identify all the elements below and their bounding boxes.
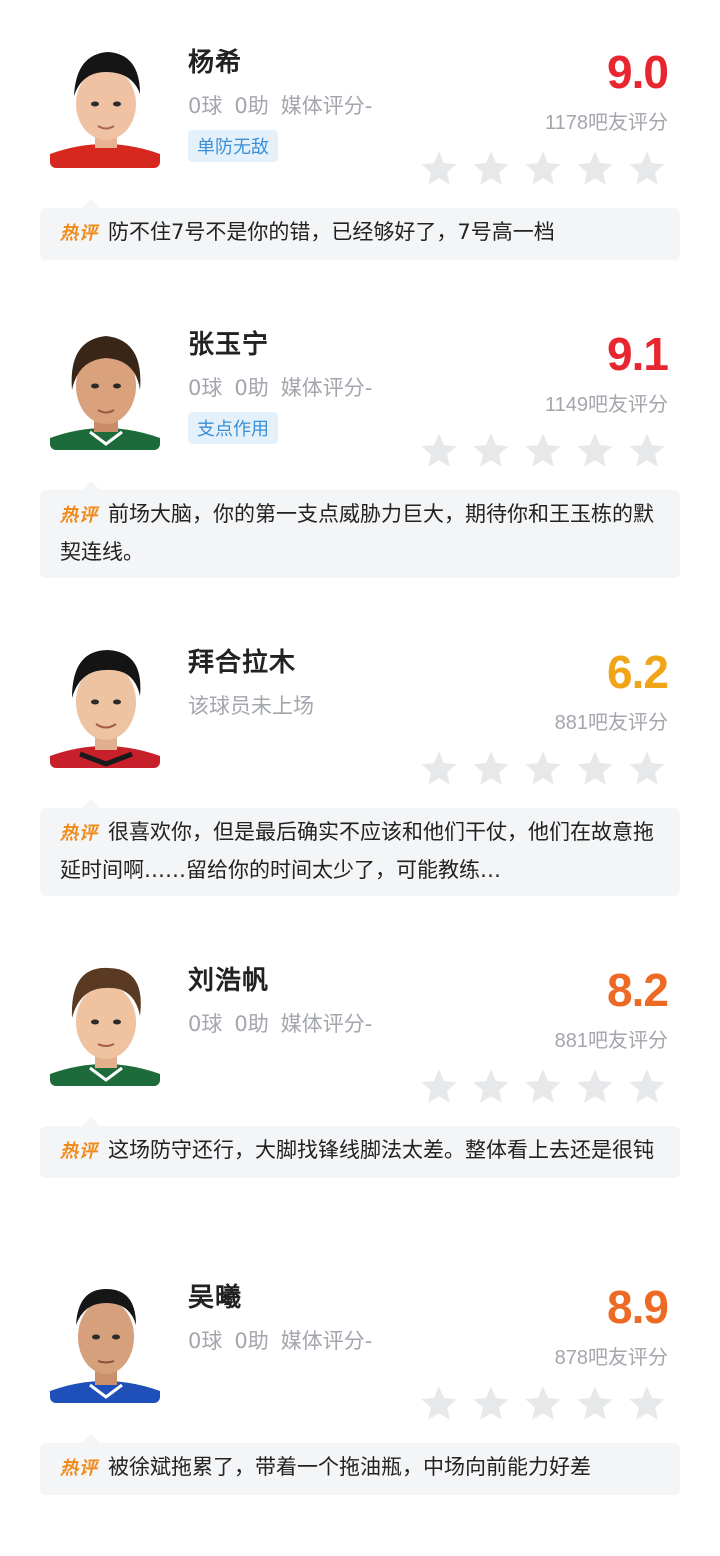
goals-count: 0球: [188, 376, 223, 400]
hot-comment[interactable]: 热评 被徐斌拖累了，带着一个拖油瓶，中场向前能力好差: [40, 1434, 680, 1495]
hot-comment-badge: 热评: [60, 223, 98, 244]
star-icon[interactable]: [626, 148, 668, 190]
player-avatar[interactable]: [50, 320, 160, 450]
player-name: 张玉宁: [188, 330, 270, 360]
vote-count: 881吧友评分: [554, 1030, 668, 1052]
star-rating[interactable]: [418, 430, 668, 474]
player-stats: 0球 0助 媒体评分-: [188, 372, 384, 402]
player-score: 9.1: [607, 328, 669, 380]
player-stats: 0球 0助 媒体评分-: [188, 1325, 384, 1355]
comment-text: 被徐斌拖累了，带着一个拖油瓶，中场向前能力好差: [108, 1455, 591, 1479]
star-icon[interactable]: [470, 1383, 512, 1425]
player-ratings-list: 杨希 0球 0助 媒体评分- 单防无敌 9.0 1178吧友评分 热评 防不住7号不是…: [0, 0, 720, 1556]
star-rating[interactable]: [418, 1066, 668, 1110]
star-icon[interactable]: [574, 1383, 616, 1425]
player-name: 吴曦: [188, 1283, 243, 1313]
vote-count: 878吧友评分: [554, 1347, 668, 1369]
star-rating[interactable]: [418, 748, 668, 792]
comment-text: 前场大脑，你的第一支点威胁力巨大，期待你和王玉栋的默契连线。: [60, 502, 654, 564]
star-icon[interactable]: [418, 748, 460, 790]
star-icon[interactable]: [574, 748, 616, 790]
star-icon[interactable]: [470, 148, 512, 190]
media-rating: 媒体评分-: [280, 94, 373, 118]
player-portrait-icon: [50, 320, 160, 450]
player-status: 该球员未上场: [188, 694, 314, 718]
star-icon[interactable]: [470, 748, 512, 790]
star-icon[interactable]: [522, 430, 564, 472]
assists-count: 0助: [234, 1012, 269, 1036]
hot-comment-badge: 热评: [60, 1141, 98, 1162]
media-rating: 媒体评分-: [280, 376, 373, 400]
media-rating: 媒体评分-: [280, 1329, 373, 1353]
hot-comment[interactable]: 热评 很喜欢你，但是最后确实不应该和他们干仗，他们在故意拖延时间啊……留给你的时间…: [40, 799, 680, 896]
comment-text: 很喜欢你，但是最后确实不应该和他们干仗，他们在故意拖延时间啊……留给你的时间太少…: [60, 820, 654, 882]
hot-comment[interactable]: 热评 前场大脑，你的第一支点威胁力巨大，期待你和王玉栋的默契连线。: [40, 481, 680, 578]
player-score: 8.2: [607, 964, 669, 1016]
player-score: 9.0: [607, 46, 669, 98]
star-icon[interactable]: [522, 1383, 564, 1425]
player-portrait-icon: [50, 638, 160, 768]
assists-count: 0助: [234, 1329, 269, 1353]
star-icon[interactable]: [626, 430, 668, 472]
player-name: 刘浩帆: [188, 966, 270, 996]
star-icon[interactable]: [418, 430, 460, 472]
media-rating: 媒体评分-: [280, 1012, 373, 1036]
star-icon[interactable]: [626, 1383, 668, 1425]
player-name: 拜合拉木: [188, 648, 297, 678]
star-icon[interactable]: [470, 1066, 512, 1108]
hot-comment-badge: 热评: [60, 1458, 98, 1479]
player-stats: 0球 0助 媒体评分-: [188, 90, 384, 120]
goals-count: 0球: [188, 1329, 223, 1353]
player-name: 杨希: [188, 48, 243, 78]
player-avatar[interactable]: [50, 638, 160, 768]
star-icon[interactable]: [574, 430, 616, 472]
assists-count: 0助: [234, 94, 269, 118]
star-icon[interactable]: [574, 1066, 616, 1108]
vote-count: 1178吧友评分: [544, 112, 668, 134]
hot-comment[interactable]: 热评 这场防守还行，大脚找锋线脚法太差。整体看上去还是很钝: [40, 1117, 680, 1178]
player-portrait-icon: [50, 38, 160, 168]
hot-comment[interactable]: 热评 防不住7号不是你的错，已经够好了，7号高一档: [40, 199, 680, 260]
player-avatar[interactable]: [50, 956, 160, 1086]
assists-count: 0助: [234, 376, 269, 400]
star-icon[interactable]: [418, 1383, 460, 1425]
goals-count: 0球: [188, 1012, 223, 1036]
vote-count: 881吧友评分: [554, 712, 668, 734]
star-icon[interactable]: [522, 1066, 564, 1108]
hot-comment-badge: 热评: [60, 823, 98, 844]
player-portrait-icon: [50, 956, 160, 1086]
player-tag: 支点作用: [188, 412, 278, 444]
star-icon[interactable]: [522, 148, 564, 190]
star-icon[interactable]: [470, 430, 512, 472]
vote-count: 1149吧友评分: [544, 394, 668, 416]
goals-count: 0球: [188, 94, 223, 118]
star-icon[interactable]: [522, 748, 564, 790]
star-icon[interactable]: [418, 148, 460, 190]
player-portrait-icon: [50, 1273, 160, 1403]
star-icon[interactable]: [418, 1066, 460, 1108]
player-score: 6.2: [607, 646, 669, 698]
player-tag: 单防无敌: [188, 130, 278, 162]
star-icon[interactable]: [626, 748, 668, 790]
star-rating[interactable]: [418, 148, 668, 192]
star-icon[interactable]: [626, 1066, 668, 1108]
star-icon[interactable]: [574, 148, 616, 190]
player-avatar[interactable]: [50, 38, 160, 168]
comment-text: 这场防守还行，大脚找锋线脚法太差。整体看上去还是很钝: [108, 1138, 654, 1162]
player-avatar[interactable]: [50, 1273, 160, 1403]
hot-comment-badge: 热评: [60, 505, 98, 526]
star-rating[interactable]: [418, 1383, 668, 1427]
comment-text: 防不住7号不是你的错，已经够好了，7号高一档: [108, 220, 555, 244]
player-stats: 0球 0助 媒体评分-: [188, 1008, 384, 1038]
player-score: 8.9: [607, 1281, 669, 1333]
